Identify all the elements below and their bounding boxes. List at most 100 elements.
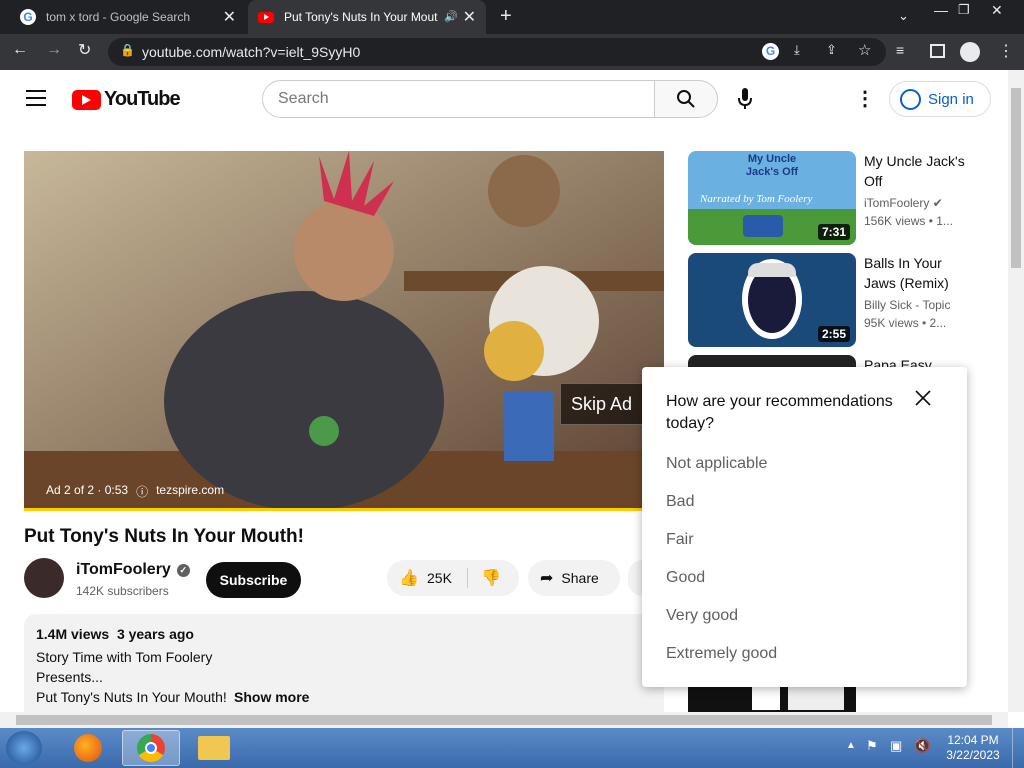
survey-option[interactable]: Bad: [666, 493, 694, 511]
tab-search-icon[interactable]: ⌄: [898, 8, 909, 24]
survey-option[interactable]: Fair: [666, 531, 694, 549]
survey-option[interactable]: Extremely good: [666, 645, 777, 663]
minimize-icon[interactable]: —: [934, 2, 948, 18]
share-label: Share: [561, 570, 599, 586]
like-icon[interactable]: 👍: [399, 568, 419, 588]
horizontal-scrollbar-thumb[interactable]: [16, 715, 992, 725]
tab-title: Put Tony's Nuts In Your Mout: [284, 10, 438, 24]
reading-list-icon[interactable]: ≡: [896, 42, 904, 58]
vertical-scrollbar-thumb[interactable]: [1011, 88, 1021, 268]
forward-icon[interactable]: →: [46, 41, 62, 59]
chrome-menu-icon[interactable]: ⋮: [998, 41, 1014, 61]
recommendations-survey-popup: How are your recommendations today? Not …: [642, 367, 967, 687]
recommendation-item[interactable]: 2:55 Balls In Your Jaws (Remix) Billy Si…: [688, 253, 988, 349]
show-desktop-button[interactable]: [1012, 728, 1024, 768]
dislike-icon[interactable]: 👎: [481, 568, 501, 588]
survey-option[interactable]: Not applicable: [666, 455, 767, 473]
recommendation-channel: Billy Sick - Topic: [864, 298, 951, 312]
youtube-icon: [258, 11, 274, 23]
back-icon[interactable]: ←: [12, 41, 28, 59]
close-icon[interactable]: [914, 389, 932, 412]
thumbnail-subtext: Narrated by Tom Foolery: [700, 193, 813, 205]
speaker-icon[interactable]: 🔊: [444, 10, 458, 23]
survey-option[interactable]: Good: [666, 569, 705, 587]
info-icon[interactable]: ⓘ: [136, 483, 148, 500]
channel-avatar[interactable]: [24, 558, 64, 598]
tab-google-search[interactable]: G tom x tord - Google Search ✕: [10, 0, 246, 34]
thumbnail-text: My Uncle Jack's Off: [745, 153, 799, 178]
action-center-icon[interactable]: ⚑: [866, 738, 878, 754]
verified-icon: ✔: [932, 196, 943, 210]
recommendation-meta: 156K views • 1...: [864, 214, 953, 228]
search-input[interactable]: Search: [262, 80, 656, 118]
new-tab-icon[interactable]: +: [500, 5, 512, 28]
tab-youtube-video[interactable]: Put Tony's Nuts In Your Mout 🔊 ✕: [248, 0, 486, 34]
profile-icon[interactable]: [960, 42, 980, 62]
window-close-icon[interactable]: ✕: [991, 2, 1003, 19]
skip-ad-label: Skip Ad: [571, 393, 633, 414]
side-panel-icon[interactable]: [930, 44, 945, 58]
install-icon[interactable]: ⤓: [794, 42, 800, 58]
recommendation-meta: 95K views • 2...: [864, 316, 947, 330]
recommendation-title[interactable]: My Uncle Jack's Off: [864, 151, 974, 191]
google-lens-icon[interactable]: G: [762, 43, 779, 60]
views-row: 1.4M views 3 years ago: [36, 626, 194, 642]
clock-date: 3/22/2023: [946, 748, 1000, 762]
url-text: youtube.com/watch?v=ielt_9SyyH0: [142, 44, 361, 60]
network-icon[interactable]: ▣: [890, 738, 902, 754]
bookmark-star-icon[interactable]: ☆: [858, 41, 871, 59]
ad-counter: Ad 2 of 2 · 0:53: [46, 483, 129, 497]
windows-taskbar: ▲ ⚑ ▣ 🔇 12:04 PM 3/22/2023: [0, 728, 1024, 768]
duration-badge: 2:55: [817, 326, 850, 342]
microphone-icon[interactable]: [738, 88, 752, 115]
channel-name-row[interactable]: iTomFoolery ✓: [76, 561, 190, 579]
volume-muted-icon[interactable]: 🔇: [914, 738, 930, 754]
tray-expand-icon[interactable]: ▲: [846, 740, 856, 751]
chrome-taskbar-button[interactable]: [122, 730, 180, 766]
show-more-button[interactable]: Show more: [230, 687, 310, 707]
address-bar[interactable]: 🔒 youtube.com/watch?v=ielt_9SyyH0 G ⤓ ⇪ …: [108, 38, 886, 66]
sign-in-button[interactable]: Sign in: [889, 81, 991, 117]
file-explorer-icon[interactable]: [198, 736, 230, 760]
recommendation-item[interactable]: My Uncle Jack's Off Narrated by Tom Fool…: [688, 151, 988, 247]
search-icon: [677, 90, 695, 108]
video-player[interactable]: Skip Ad Ad 2 of 2 · 0:53 ⓘ tezspire.com: [24, 151, 664, 511]
video-title: Put Tony's Nuts In Your Mouth!: [24, 526, 304, 547]
like-dislike-group: 👍 25K 👎: [387, 560, 519, 596]
clock-time: 12:04 PM: [947, 733, 999, 747]
reload-icon[interactable]: ↻: [78, 40, 91, 60]
survey-question: How are your recommendations today?: [666, 393, 893, 432]
ad-progress-bar[interactable]: [24, 508, 664, 511]
ad-domain-link[interactable]: tezspire.com: [156, 483, 224, 500]
video-thumbnail[interactable]: My Uncle Jack's Off Narrated by Tom Fool…: [688, 151, 856, 245]
share-page-icon[interactable]: ⇪: [826, 42, 837, 58]
restore-icon[interactable]: ❐: [958, 2, 970, 18]
youtube-logo[interactable]: YouTube: [72, 88, 181, 111]
description-line: Story Time with Tom Foolery: [36, 649, 213, 665]
close-tab-icon[interactable]: ✕: [463, 7, 476, 27]
hamburger-menu-icon[interactable]: [26, 90, 46, 106]
lock-icon: 🔒: [120, 43, 135, 57]
upload-age: 3 years ago: [116, 626, 194, 642]
ad-info: Ad 2 of 2 · 0:53 ⓘ tezspire.com: [46, 483, 224, 500]
start-button[interactable]: [6, 731, 42, 765]
search-button[interactable]: [654, 80, 718, 118]
share-icon: ➦: [540, 570, 554, 587]
subscribe-button[interactable]: Subscribe: [206, 562, 301, 598]
firefox-icon[interactable]: [74, 734, 102, 762]
share-button[interactable]: ➦ Share: [528, 560, 620, 596]
description-line: Put Tony's Nuts In Your Mouth!: [36, 689, 227, 705]
video-thumbnail[interactable]: 2:55: [688, 253, 856, 347]
tab-title: tom x tord - Google Search: [46, 10, 191, 24]
channel-name[interactable]: iTomFoolery: [76, 561, 171, 579]
system-clock[interactable]: 12:04 PM 3/22/2023: [940, 733, 1006, 763]
youtube-page: YouTube Search ⋮ Sign in Skip Ad Ad 2 of…: [0, 70, 1008, 712]
description-box[interactable]: 1.4M views 3 years ago Story Time with T…: [24, 614, 664, 712]
video-frame: [24, 151, 664, 511]
close-tab-icon[interactable]: ✕: [223, 7, 236, 27]
like-count[interactable]: 25K: [427, 570, 452, 586]
settings-more-icon[interactable]: ⋮: [855, 86, 875, 111]
recommendation-title[interactable]: Balls In Your Jaws (Remix): [864, 253, 974, 293]
subscriber-count: 142K subscribers: [76, 584, 169, 598]
survey-option[interactable]: Very good: [666, 607, 738, 625]
